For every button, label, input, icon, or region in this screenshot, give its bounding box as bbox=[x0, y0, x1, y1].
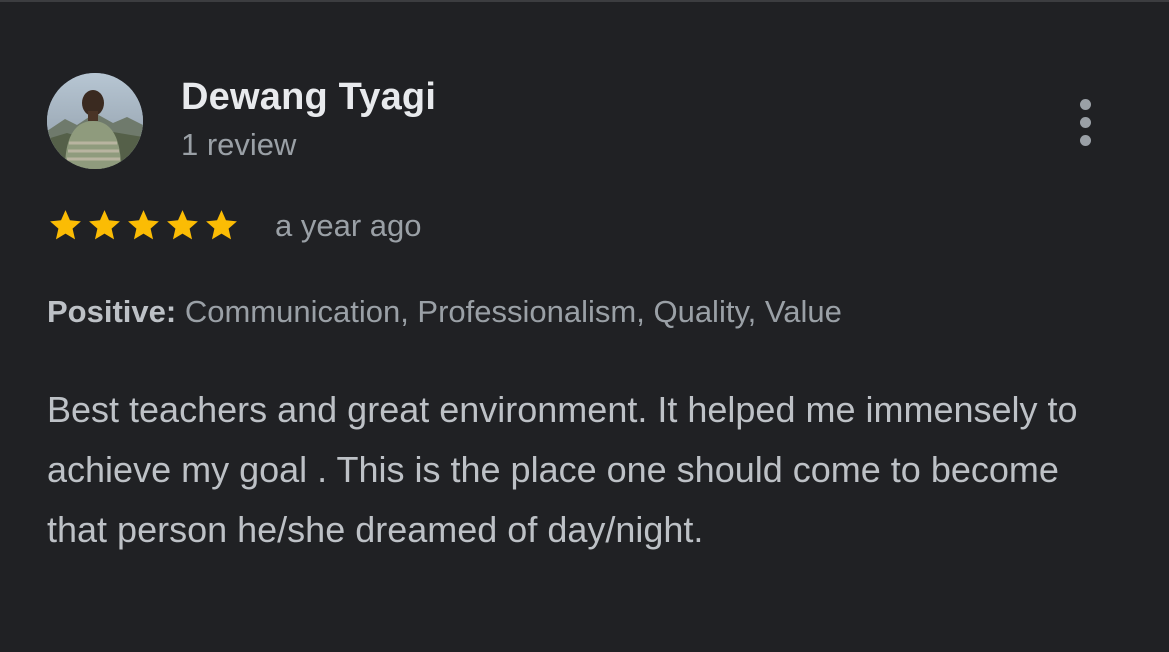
star-rating bbox=[47, 207, 240, 244]
positive-items: Communication, Professionalism, Quality,… bbox=[184, 294, 842, 329]
star-icon bbox=[50, 210, 81, 240]
positive-label: Positive: bbox=[47, 294, 177, 329]
positive-attributes: Positive: Communication, Professionalism… bbox=[47, 294, 842, 330]
more-options-button[interactable] bbox=[1064, 92, 1106, 152]
star-icon bbox=[89, 210, 120, 240]
review-card: Dewang Tyagi 1 review a year ago Positiv… bbox=[0, 0, 1169, 652]
review-text: Best teachers and great environment. It … bbox=[47, 389, 1078, 550]
star-icon bbox=[167, 210, 198, 240]
reviewer-name[interactable]: Dewang Tyagi bbox=[181, 76, 436, 119]
reviewer-review-count: 1 review bbox=[181, 127, 297, 162]
more-vert-icon bbox=[1079, 98, 1091, 110]
star-icon bbox=[206, 210, 237, 240]
star-icon bbox=[128, 210, 159, 240]
avatar[interactable] bbox=[47, 73, 143, 169]
more-vert-icon-dot-2 bbox=[1079, 116, 1091, 128]
avatar-image bbox=[47, 73, 143, 169]
more-vert-icon-dot-3 bbox=[1079, 134, 1091, 146]
review-time: a year ago bbox=[275, 208, 422, 243]
